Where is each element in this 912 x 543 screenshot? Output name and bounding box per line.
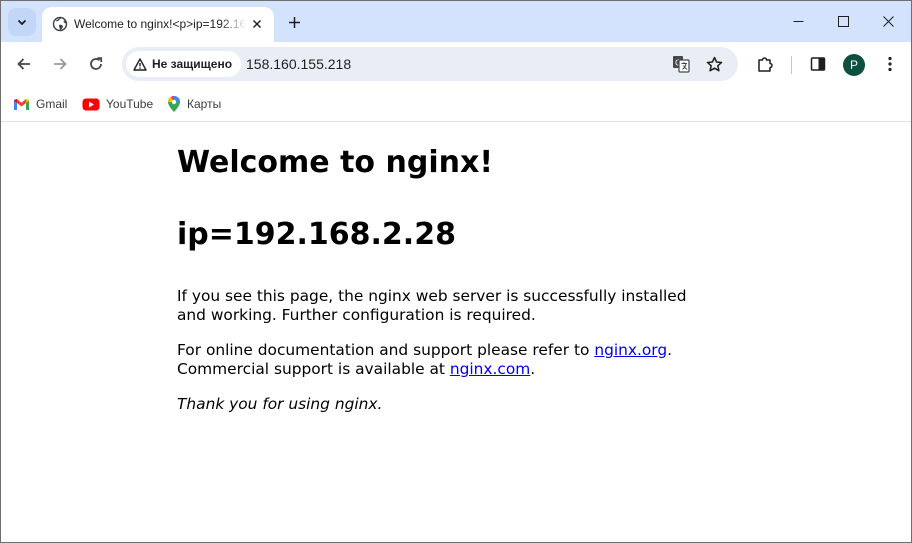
address-bar[interactable]: Не защищено 158.160.155.218 G <box>122 47 738 81</box>
security-chip[interactable]: Не защищено <box>126 51 242 77</box>
arrow-left-icon <box>17 58 30 70</box>
maximize-icon <box>837 15 849 27</box>
toolbar-separator <box>791 56 792 74</box>
plus-icon <box>288 16 300 28</box>
thanks-text: Thank you for using nginx. <box>177 395 383 413</box>
reload-icon <box>90 57 103 70</box>
maps-icon <box>168 96 180 112</box>
tab-active[interactable]: Welcome to nginx!<p>ip=192.168.2.28 <box>42 7 274 42</box>
nginx-com-link[interactable]: nginx.com <box>450 360 530 378</box>
page-viewport: Welcome to nginx! ip=192.168.2.28 If you… <box>1 123 911 542</box>
thanks-paragraph: Thank you for using nginx. <box>177 395 697 414</box>
docs-text-end: . <box>667 341 673 359</box>
commercial-text: Commercial support is available at <box>177 360 450 378</box>
minimize-button[interactable] <box>775 1 821 41</box>
minimize-icon <box>793 20 803 22</box>
nginx-org-link[interactable]: nginx.org <box>594 341 667 359</box>
forward-button[interactable] <box>46 50 74 78</box>
youtube-icon <box>82 98 100 110</box>
arrow-right-icon <box>54 58 67 70</box>
close-icon <box>253 20 261 28</box>
tab-close-button[interactable] <box>248 15 266 33</box>
page-title: Welcome to nginx! <box>177 145 493 180</box>
bookmark-youtube[interactable]: YouTube <box>82 94 153 114</box>
gmail-icon <box>14 98 29 110</box>
extensions-button[interactable] <box>751 50 779 78</box>
translate-button[interactable]: G <box>669 52 693 76</box>
tab-strip: Welcome to nginx!<p>ip=192.168.2.28 <box>1 1 911 42</box>
tab-search-button[interactable] <box>8 8 36 36</box>
close-icon <box>882 15 894 27</box>
translate-icon: G <box>673 56 690 73</box>
close-window-button[interactable] <box>865 1 911 41</box>
bookmark-gmail[interactable]: Gmail <box>13 94 67 114</box>
profile-avatar[interactable]: P <box>843 54 865 76</box>
url-text[interactable]: 158.160.155.218 <box>246 56 351 72</box>
bookmark-star-button[interactable] <box>702 52 726 76</box>
commercial-text-end: . <box>530 360 536 378</box>
docs-text: For online documentation and support ple… <box>177 341 595 359</box>
security-label: Не защищено <box>152 57 233 71</box>
bookmarks-bar: Gmail YouTube Карты <box>1 87 911 122</box>
side-panel-button[interactable] <box>804 50 832 78</box>
globe-icon <box>52 16 68 32</box>
maximize-button[interactable] <box>820 1 866 41</box>
reload-button[interactable] <box>82 50 110 78</box>
side-panel-icon <box>810 57 826 71</box>
bookmark-label: Gmail <box>36 97 68 111</box>
puzzle-icon <box>758 57 773 72</box>
new-tab-button[interactable] <box>282 10 306 34</box>
more-vertical-icon <box>888 56 892 72</box>
warning-icon <box>133 57 147 71</box>
chevron-down-icon <box>17 19 27 26</box>
docs-paragraph: For online documentation and support ple… <box>177 341 697 379</box>
bookmark-label: YouTube <box>106 97 154 111</box>
menu-button[interactable] <box>876 50 904 78</box>
bookmark-maps[interactable]: Карты <box>167 94 221 114</box>
page-subtitle: ip=192.168.2.28 <box>177 217 456 252</box>
browser-window: Welcome to nginx!<p>ip=192.168.2.28 <box>0 0 912 543</box>
tab-title: Welcome to nginx!<p>ip=192.168.2.28 <box>74 17 246 31</box>
star-icon <box>706 56 722 71</box>
bookmark-label: Карты <box>187 97 222 111</box>
intro-paragraph: If you see this page, the nginx web serv… <box>177 287 687 324</box>
toolbar: Не защищено 158.160.155.218 G P <box>1 42 911 87</box>
back-button[interactable] <box>10 50 38 78</box>
